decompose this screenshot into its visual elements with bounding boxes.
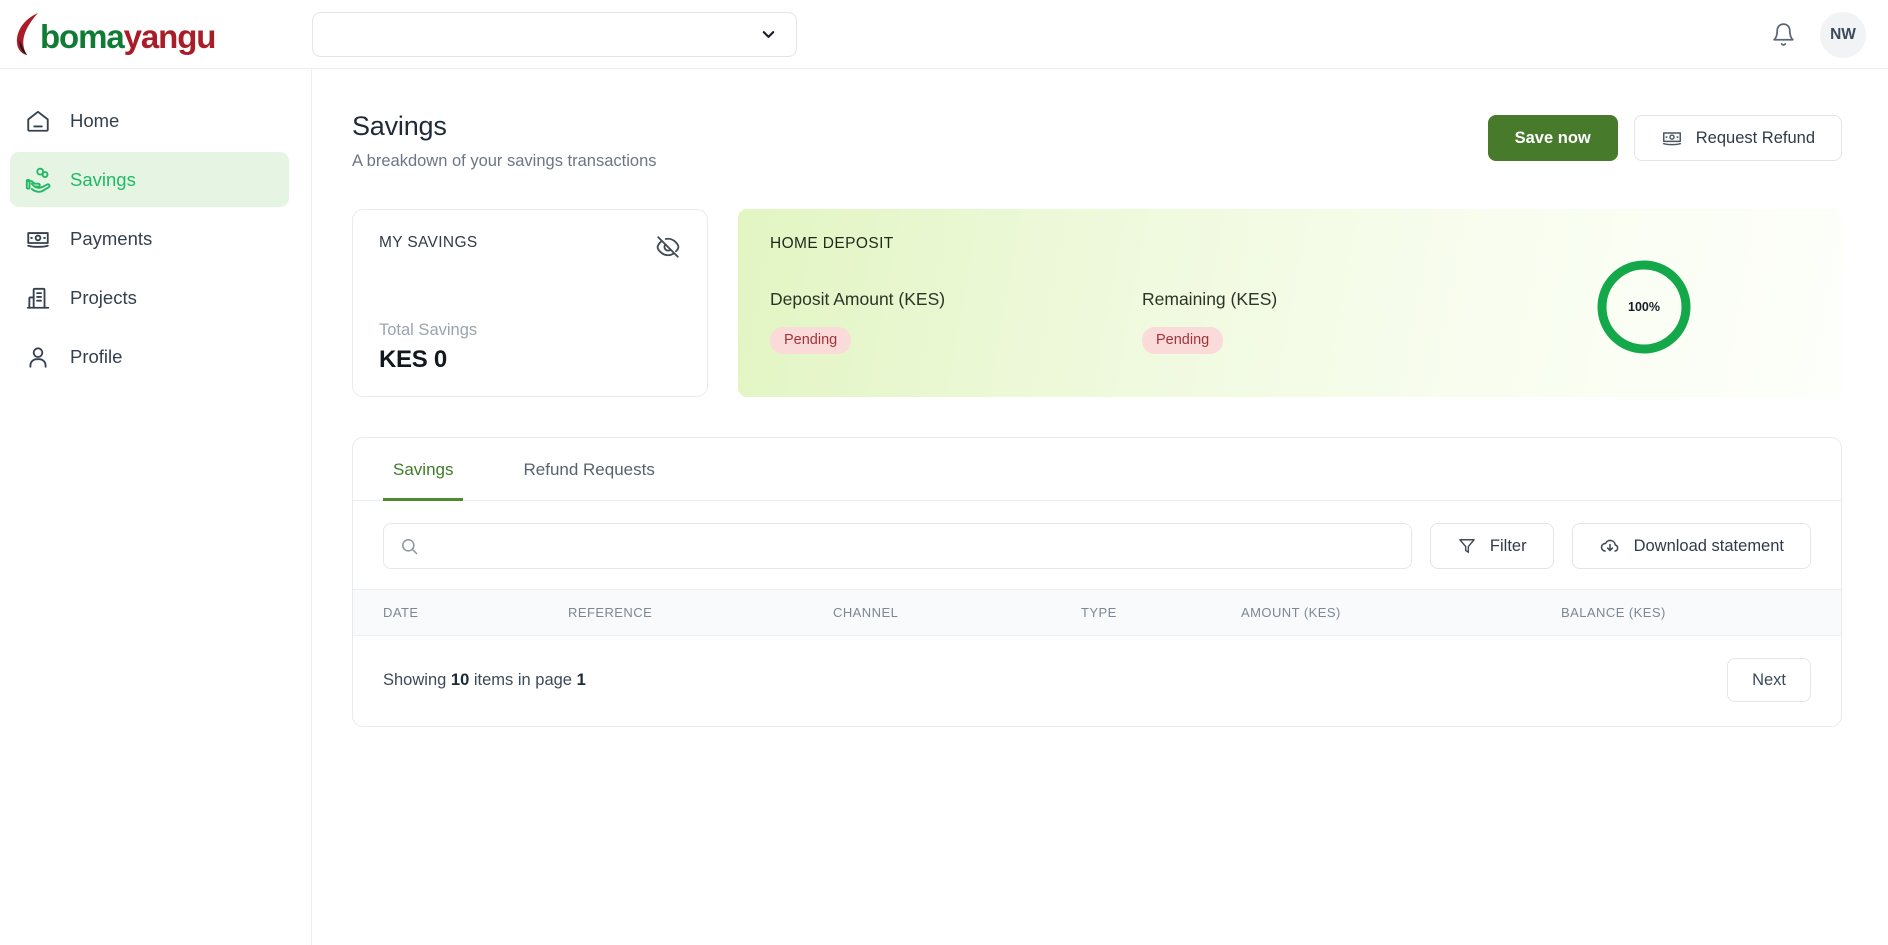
pagination-page-number: 1: [577, 671, 586, 689]
deposit-amount-status-badge: Pending: [770, 327, 851, 354]
eye-off-icon[interactable]: [655, 234, 681, 260]
header-actions: NW: [1766, 0, 1866, 69]
request-refund-button[interactable]: Request Refund: [1634, 115, 1842, 161]
column-header-balance: BALANCE (KES): [1561, 605, 1811, 620]
bell-icon: [1771, 22, 1796, 47]
transactions-table-header: DATE REFERENCE CHANNEL TYPE AMOUNT (KES)…: [353, 589, 1841, 636]
next-label: Next: [1752, 671, 1786, 690]
panel-toolbar: Filter Download statement: [353, 501, 1841, 589]
next-page-button[interactable]: Next: [1727, 658, 1811, 702]
column-header-date: DATE: [383, 605, 568, 620]
request-refund-label: Request Refund: [1696, 129, 1815, 148]
home-icon: [24, 107, 52, 135]
logo-text-yangu: yangu: [124, 17, 216, 57]
sidebar-item-profile[interactable]: Profile: [10, 329, 289, 384]
transactions-panel: Savings Refund Requests: [352, 437, 1842, 727]
summary-cards-row: MY SAVINGS Total Savings KES 0 HOME DEPO…: [352, 209, 1842, 397]
my-savings-label: MY SAVINGS: [379, 234, 478, 252]
funnel-icon: [1457, 536, 1477, 556]
notifications-button[interactable]: [1766, 18, 1800, 52]
banknote-icon: [24, 225, 52, 253]
sidebar-item-label: Savings: [70, 169, 136, 191]
page-header-actions: Save now Request Refund: [1488, 111, 1842, 161]
column-header-amount: AMOUNT (KES): [1241, 605, 1561, 620]
deposit-amount-block: Deposit Amount (KES) Pending: [770, 289, 1142, 354]
sidebar-item-home[interactable]: Home: [10, 93, 289, 148]
tab-label: Refund Requests: [523, 460, 654, 479]
column-header-type: TYPE: [1081, 605, 1241, 620]
page-subtitle: A breakdown of your savings transactions: [352, 152, 657, 171]
download-statement-button[interactable]: Download statement: [1572, 523, 1811, 569]
building-icon: [24, 284, 52, 312]
sidebar-item-label: Payments: [70, 228, 152, 250]
sidebar-item-projects[interactable]: Projects: [10, 270, 289, 325]
sidebar-item-label: Profile: [70, 346, 122, 368]
search-icon: [400, 537, 419, 556]
cloud-download-icon: [1599, 535, 1621, 557]
filter-label: Filter: [1490, 537, 1527, 556]
search-box[interactable]: [383, 523, 1412, 569]
sidebar-item-label: Home: [70, 110, 119, 132]
panel-tabs: Savings Refund Requests: [353, 438, 1841, 501]
total-savings-value: KES 0: [379, 346, 681, 374]
logo-leaf-icon: [14, 11, 44, 57]
avatar-initials: NW: [1830, 26, 1856, 44]
remaining-status-badge: Pending: [1142, 327, 1223, 354]
home-deposit-title: HOME DEPOSIT: [770, 235, 1808, 253]
my-savings-card: MY SAVINGS Total Savings KES 0: [352, 209, 708, 397]
avatar[interactable]: NW: [1820, 12, 1866, 58]
organization-select[interactable]: [312, 12, 797, 57]
deposit-amount-label: Deposit Amount (KES): [770, 289, 1142, 310]
sidebar-item-payments[interactable]: Payments: [10, 211, 289, 266]
sidebar-item-savings[interactable]: Savings: [10, 152, 289, 207]
remaining-label: Remaining (KES): [1142, 289, 1277, 310]
page-header: Savings A breakdown of your savings tran…: [352, 111, 1842, 171]
filter-button[interactable]: Filter: [1430, 523, 1554, 569]
total-savings-label: Total Savings: [379, 321, 681, 340]
page-title: Savings: [352, 111, 657, 142]
tab-refund-requests[interactable]: Refund Requests: [513, 438, 664, 501]
deposit-progress-label: 100%: [1594, 257, 1694, 357]
tab-savings[interactable]: Savings: [383, 438, 463, 501]
deposit-progress-ring: 100%: [1594, 257, 1694, 357]
download-statement-label: Download statement: [1634, 537, 1784, 556]
search-input[interactable]: [430, 537, 1395, 555]
logo-text-boma: boma: [40, 17, 124, 57]
savings-hand-coins-icon: [24, 166, 52, 194]
banknote-icon: [1661, 127, 1683, 149]
sidebar-item-label: Projects: [70, 287, 137, 309]
remaining-block: Remaining (KES) Pending: [1142, 289, 1277, 354]
save-now-button[interactable]: Save now: [1488, 115, 1618, 161]
pagination-item-count: 10: [451, 671, 469, 689]
chevron-down-icon: [759, 25, 778, 44]
table-footer: Showing 10 items in page 1 Next: [353, 636, 1841, 726]
column-header-reference: REFERENCE: [568, 605, 833, 620]
pagination-summary: Showing 10 items in page 1: [383, 671, 586, 690]
top-bar: boma yangu NW: [0, 0, 1888, 69]
sidebar: Home Savings Payments: [0, 69, 312, 945]
pagination-prefix: Showing: [383, 671, 451, 689]
app-logo[interactable]: boma yangu: [0, 0, 312, 69]
main-content: Savings A breakdown of your savings tran…: [312, 69, 1888, 945]
tab-label: Savings: [393, 460, 453, 479]
home-deposit-card: HOME DEPOSIT Deposit Amount (KES) Pendin…: [738, 209, 1842, 397]
column-header-channel: CHANNEL: [833, 605, 1081, 620]
user-icon: [24, 343, 52, 371]
save-now-label: Save now: [1515, 129, 1591, 148]
pagination-middle: items in page: [469, 671, 576, 689]
